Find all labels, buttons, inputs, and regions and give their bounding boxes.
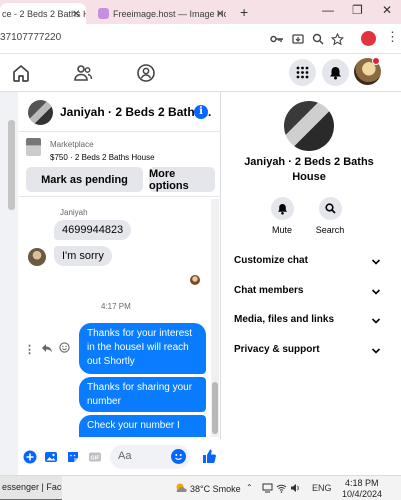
customize-chat-row[interactable]: Customize chat [234,255,381,271]
close-tab-icon[interactable]: ✕ [72,9,80,20]
notifications-bell-icon[interactable] [322,59,349,86]
message-input-placeholder: Aa [118,450,132,462]
close-tab-icon[interactable]: ✕ [216,9,224,20]
more-options-button[interactable]: More options [149,167,215,192]
menu-row-label: Chat members [234,285,304,296]
mute-bell-icon [270,197,294,220]
react-emoji-icon[interactable] [59,340,70,358]
restore-icon[interactable]: ❐ [352,3,363,17]
home-icon[interactable] [11,63,31,83]
taskbar-app-messenger[interactable]: essenger | Facebo... [0,476,62,500]
outgoing-message[interactable]: Thanks for your interest in the houseI w… [79,323,206,374]
message-composer: GIF Aa [18,439,221,475]
notification-badge [372,57,380,65]
listing-avatar-large[interactable] [284,101,334,151]
listing-title[interactable]: $750 · 2 Beds 2 Baths House [50,153,155,162]
conversation-title: Janiyah · 2 Beds 2 Baths House [221,155,397,185]
wifi-icon[interactable] [276,483,287,495]
seen-indicator-avatar [190,275,200,285]
search-button[interactable]: Search [310,197,350,235]
emoji-icon[interactable] [171,449,186,464]
chevron-down-icon [371,289,381,295]
chat-panel: Janiyah · 2 Beds 2 Baths... i Marketplac… [18,92,221,475]
key-icon[interactable] [270,32,284,46]
conversation-title-line2: House [292,171,326,183]
menu-grid-icon[interactable] [289,59,316,86]
facebook-top-nav [0,54,401,92]
weather-text[interactable]: 38°C Smoke [190,484,241,494]
url-text[interactable]: 37107777220 [0,32,61,43]
language-indicator[interactable]: ENG [312,483,332,493]
info-icon[interactable]: i [194,105,208,119]
show-hidden-icons[interactable]: ⌃ [246,483,253,492]
outgoing-message[interactable]: Check your number I [79,415,206,437]
mute-button[interactable]: Mute [262,197,302,235]
mark-as-pending-button[interactable]: Mark as pending [26,167,143,192]
address-bar: 37107777220 ⋮ [0,24,401,54]
browser-tab-freeimage[interactable]: Freeimage.host — Image Hosti ✕ [92,3,226,24]
conversation-title-line1: Janiyah · 2 Beds 2 Baths [244,156,374,168]
media-files-links-row[interactable]: Media, files and links [234,314,381,330]
chat-scrollbar-thumb[interactable] [212,382,218,434]
weather-icon[interactable] [174,481,188,500]
svg-text:GIF: GIF [90,455,100,461]
groups-icon[interactable] [136,63,156,83]
message-timestamp: 4:17 PM [101,302,131,311]
contact-name[interactable]: Janiyah · 2 Beds 2 Baths... [60,105,211,119]
more-actions-icon[interactable]: ⋮ [24,343,35,356]
windows-taskbar: essenger | Facebo... 38°C Smoke ⌃ ENG 4:… [0,475,401,500]
menu-row-label: Privacy & support [234,344,320,355]
minimize-icon[interactable]: — [322,3,334,17]
chevron-down-icon [371,259,381,265]
incoming-message[interactable]: 4699944823 [54,220,132,240]
search-icon [318,197,342,220]
gif-icon[interactable]: GIF [88,450,102,464]
conversation-info-panel: Janiyah · 2 Beds 2 Baths House Mute Sear… [221,92,401,475]
network-icon[interactable] [262,483,273,495]
message-input[interactable]: Aa [110,445,190,469]
browser-tab-strip: ce - 2 Beds 2 Baths H ✕ Freeimage.host —… [0,0,401,24]
privacy-support-row[interactable]: Privacy & support [234,344,381,360]
friends-icon[interactable] [73,63,93,83]
clock-date[interactable]: 10/4/2024 [342,489,382,499]
window-close-icon[interactable]: ✕ [382,3,392,17]
browser-menu-icon[interactable]: ⋮ [386,30,399,43]
reply-icon[interactable] [41,340,53,358]
sender-name: Janiyah [60,208,88,217]
contact-avatar[interactable] [28,100,53,125]
tab-title: Freeimage.host — Image Hosti [113,8,226,19]
marketplace-listing-card: Marketplace $750 · 2 Beds 2 Baths House … [18,133,221,197]
zoom-icon[interactable] [311,32,325,46]
install-app-icon[interactable] [291,32,305,46]
photo-icon[interactable] [44,450,58,464]
listing-thumbnail[interactable] [26,138,41,156]
outgoing-message[interactable]: Thanks for sharing your number [79,377,206,412]
message-actions: ⋮ [24,340,78,358]
sticker-icon[interactable] [66,450,80,464]
left-scrollbar[interactable] [8,120,15,210]
chevron-down-icon [371,318,381,324]
incoming-message[interactable]: I'm sorry [54,246,112,266]
freeimage-favicon-icon [98,8,109,19]
new-tab-icon[interactable]: + [240,4,248,20]
browser-profile-icon[interactable] [361,31,376,46]
mute-label: Mute [271,225,292,235]
menu-row-label: Customize chat [234,255,308,266]
clock-time[interactable]: 4:18 PM [345,478,379,488]
like-thumb-icon[interactable] [201,448,217,464]
chevron-down-icon [371,348,381,354]
bookmark-star-icon[interactable] [330,32,344,46]
chat-members-row[interactable]: Chat members [234,285,381,301]
sender-avatar[interactable] [28,248,46,266]
chat-header: Janiyah · 2 Beds 2 Baths... i [18,92,221,132]
browser-tab-facebook[interactable]: ce - 2 Beds 2 Baths H ✕ [0,3,86,24]
volume-icon[interactable] [290,483,301,495]
marketplace-label: Marketplace [50,140,94,149]
menu-row-label: Media, files and links [234,314,335,325]
search-label: Search [315,225,345,235]
plus-icon[interactable] [23,450,37,464]
